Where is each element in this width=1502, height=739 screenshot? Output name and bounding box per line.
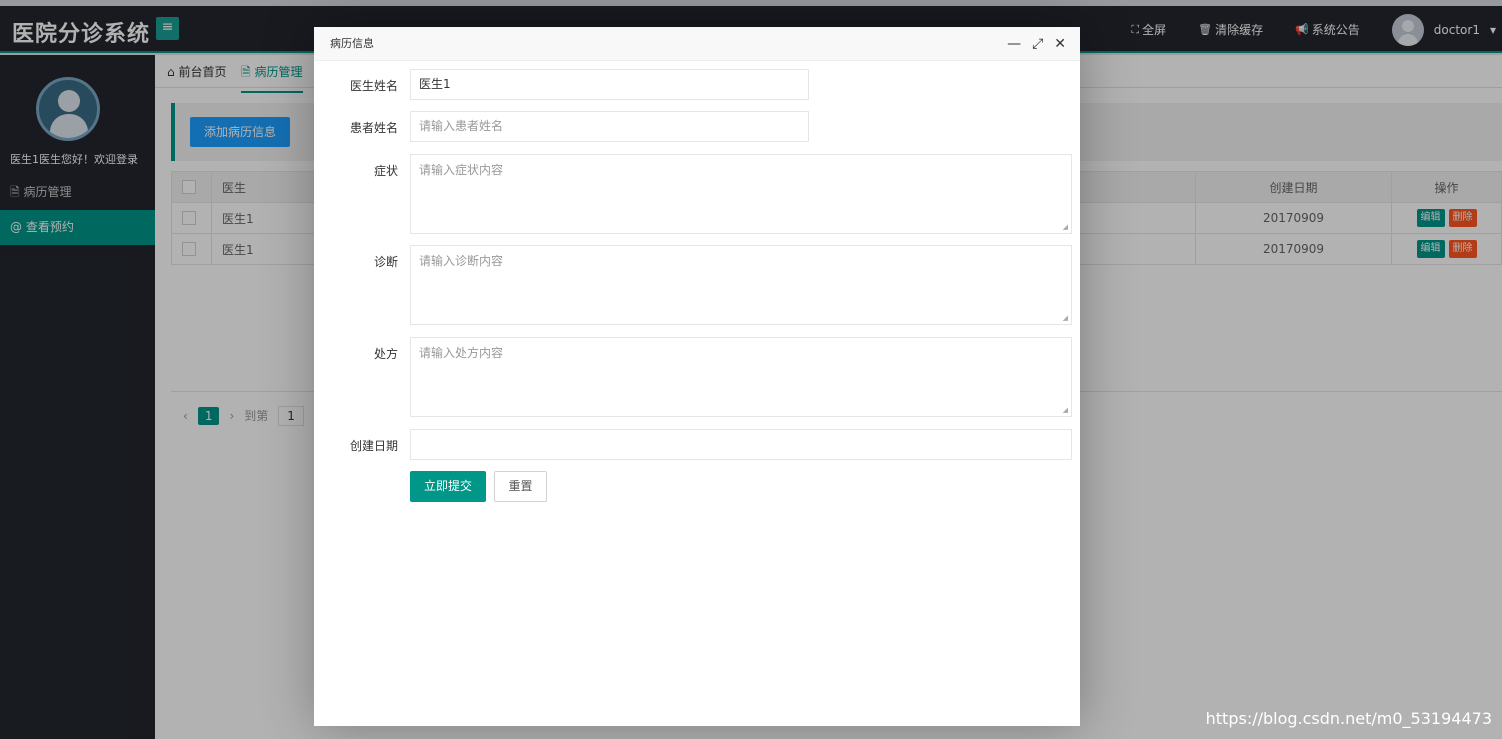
prescription-textarea[interactable]: 请输入处方内容 ◢ [410, 337, 1072, 417]
symptom-label: 症状 [373, 164, 398, 178]
diagnosis-label: 诊断 [373, 255, 398, 269]
symptom-placeholder: 请输入症状内容 [419, 163, 504, 177]
create-date-field[interactable] [410, 429, 1072, 460]
patient-name-field[interactable]: 请输入患者姓名 [410, 111, 809, 142]
doctor-name-field[interactable]: 医生1 [410, 69, 809, 100]
doctor-name-label: 医生姓名 [349, 79, 398, 93]
diagnosis-textarea[interactable]: 请输入诊断内容 ◢ [410, 245, 1072, 325]
record-dialog: 病历信息 — ⤢ ✕ 医生姓名 医生1 患者姓名 请输入患者姓名 症状 请输入症… [314, 27, 1080, 726]
minimize-icon[interactable]: — [1007, 27, 1021, 61]
prescription-placeholder: 请输入处方内容 [419, 346, 504, 360]
dialog-title: 病历信息 [330, 37, 374, 50]
patient-name-label: 患者姓名 [349, 121, 398, 135]
symptom-textarea[interactable]: 请输入症状内容 ◢ [410, 154, 1072, 234]
dialog-titlebar: 病历信息 — ⤢ ✕ [314, 27, 1080, 61]
prescription-label: 处方 [373, 347, 398, 361]
create-date-label: 创建日期 [349, 439, 398, 453]
resize-grip-icon[interactable]: ◢ [1063, 223, 1068, 231]
maximize-icon[interactable]: ⤢ [1032, 27, 1043, 61]
submit-button[interactable]: 立即提交 [410, 471, 487, 502]
watermark: https://blog.csdn.net/m0_53194473 [1205, 709, 1492, 728]
reset-button[interactable]: 重置 [494, 471, 547, 502]
diagnosis-placeholder: 请输入诊断内容 [419, 254, 504, 268]
resize-grip-icon[interactable]: ◢ [1063, 406, 1068, 414]
dialog-controls: — ⤢ ✕ [1007, 27, 1066, 61]
close-icon[interactable]: ✕ [1054, 27, 1066, 61]
resize-grip-icon[interactable]: ◢ [1063, 314, 1068, 322]
